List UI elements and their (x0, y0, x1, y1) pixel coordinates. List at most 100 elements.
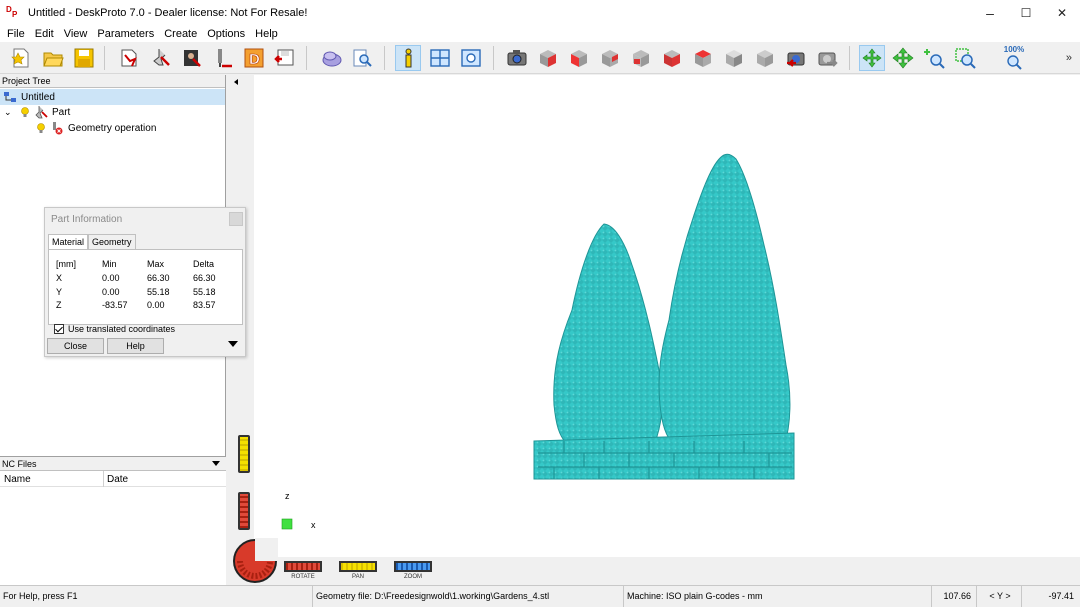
axis-x-label: x (311, 520, 316, 530)
window-title: Untitled - DeskProto 7.0 - Dealer licens… (28, 6, 308, 19)
menu-parameters[interactable]: Parameters (92, 28, 159, 40)
view-top-icon[interactable] (690, 45, 716, 71)
pan-label: PAN (352, 574, 364, 580)
layout-views-icon[interactable] (427, 45, 453, 71)
dropdown-arrow-icon[interactable] (212, 461, 220, 466)
menu-bar: File Edit View Parameters Create Options… (0, 25, 1080, 42)
toolbar-separator (849, 46, 850, 70)
zoom-label: ZOOM (404, 574, 422, 580)
bitmap-params-icon[interactable] (179, 45, 205, 71)
create-d-icon[interactable]: D (241, 45, 267, 71)
minimize-button[interactable]: – (972, 0, 1008, 25)
column-header-delta: Delta (193, 259, 215, 269)
tree-item-root[interactable]: Untitled (0, 89, 225, 105)
menu-create[interactable]: Create (159, 28, 202, 40)
zoom-100-icon[interactable]: 100% (1001, 45, 1027, 71)
tree-item-part[interactable]: ⌄ Part (4, 104, 70, 120)
viewport-bottom-controls: ROTATE PAN ZOOM (254, 557, 1080, 585)
expand-chevron-icon[interactable]: ⌄ (4, 107, 16, 118)
toolbar-overflow-button[interactable]: » (1066, 52, 1072, 64)
pan-horizontal-wheel[interactable] (339, 561, 377, 572)
project-icon (4, 92, 16, 102)
tree-part-label: Part (52, 106, 71, 118)
view-right-icon[interactable] (597, 45, 623, 71)
axis-z-label: z (285, 491, 290, 501)
tree-item-geometry-operation[interactable]: Geometry operation (35, 120, 156, 136)
close-window-button[interactable]: ✕ (1044, 0, 1080, 25)
x-delta-value: 66.30 (193, 273, 216, 283)
right-cypress-tree (658, 153, 791, 448)
new-file-icon[interactable] (8, 45, 34, 71)
eraser-icon[interactable] (318, 45, 344, 71)
status-axis-selector[interactable]: < Y > (976, 586, 1020, 607)
project-params-icon[interactable] (117, 45, 143, 71)
help-button[interactable]: Help (107, 338, 164, 354)
zoom-100-label: 100% (1003, 45, 1025, 54)
use-translated-checkbox[interactable]: Use translated coordinates (54, 324, 175, 334)
info-icon[interactable] (395, 45, 421, 71)
row-axis-x: X (56, 273, 63, 283)
operation-params-icon[interactable] (210, 45, 236, 71)
menu-options[interactable]: Options (202, 28, 250, 40)
main-toolbar: D 100% (0, 42, 1080, 74)
pan-mode-icon[interactable] (890, 45, 916, 71)
rotate-vertical-wheel[interactable] (238, 492, 250, 530)
menu-view[interactable]: View (59, 28, 93, 40)
status-geometry-file: Geometry file: D:\Freedesignwold\1.worki… (312, 586, 622, 607)
tree-root-label: Untitled (21, 91, 55, 103)
checkbox-checked-icon[interactable] (54, 324, 64, 334)
view-grey-cube-icon[interactable] (752, 45, 778, 71)
close-button[interactable]: Close (47, 338, 104, 354)
use-translated-label: Use translated coordinates (68, 324, 176, 334)
view-back-icon[interactable] (628, 45, 654, 71)
lightbulb-icon (21, 107, 29, 117)
nc-files-panel: NC Files Name Date (0, 456, 226, 585)
part-params-icon[interactable] (148, 45, 174, 71)
previous-view-icon[interactable] (783, 45, 809, 71)
inspect-icon[interactable] (349, 45, 375, 71)
status-coord-2: -97.41 (1021, 586, 1080, 607)
zoom-horizontal-wheel[interactable] (394, 561, 432, 572)
pan-vertical-wheel[interactable] (238, 435, 250, 473)
save-nc-icon[interactable] (272, 45, 298, 71)
rotate-dial[interactable] (232, 538, 278, 584)
open-folder-icon[interactable] (40, 45, 66, 71)
zoom-window-icon[interactable] (458, 45, 484, 71)
menu-edit[interactable]: Edit (30, 28, 59, 40)
dialog-expand-arrow-icon[interactable] (228, 341, 238, 347)
rotate-horizontal-wheel[interactable] (284, 561, 322, 572)
view-left-icon[interactable] (659, 45, 685, 71)
zoom-box-icon[interactable] (952, 45, 978, 71)
next-view-icon[interactable] (814, 45, 840, 71)
column-header-name[interactable]: Name (4, 474, 31, 485)
dialog-close-icon[interactable] (229, 212, 243, 226)
stone-wall-base (533, 432, 795, 480)
zoom-in-icon[interactable] (921, 45, 947, 71)
3d-viewport[interactable]: z x (254, 75, 1080, 557)
maximize-button[interactable]: ☐ (1008, 0, 1044, 25)
tab-geometry[interactable]: Geometry (88, 234, 136, 249)
camera-view-icon[interactable] (504, 45, 530, 71)
status-bar: For Help, press F1 Geometry file: D:\Fre… (0, 585, 1080, 607)
save-icon[interactable] (71, 45, 97, 71)
nc-files-title: NC Files (2, 459, 37, 469)
operation-error-icon (53, 122, 63, 135)
z-min-value: -83.57 (102, 300, 128, 310)
collapse-arrow-icon[interactable] (234, 79, 238, 85)
nc-files-columns: Name Date (0, 471, 226, 487)
x-max-value: 66.30 (147, 273, 170, 283)
view-front-icon[interactable] (566, 45, 592, 71)
status-machine: Machine: ISO plain G-codes - mm (623, 586, 930, 607)
y-min-value: 0.00 (102, 287, 120, 297)
menu-help[interactable]: Help (250, 28, 283, 40)
rotate-mode-icon[interactable] (859, 45, 885, 71)
axis-origin-marker (281, 518, 293, 530)
view-bottom-icon[interactable] (721, 45, 747, 71)
view-iso-icon[interactable] (535, 45, 561, 71)
menu-file[interactable]: File (2, 28, 30, 40)
column-header-date[interactable]: Date (107, 474, 128, 485)
nc-files-header[interactable]: NC Files (0, 457, 226, 471)
column-divider[interactable] (103, 471, 104, 487)
row-axis-z: Z (56, 300, 62, 310)
tab-material[interactable]: Material (48, 234, 89, 249)
